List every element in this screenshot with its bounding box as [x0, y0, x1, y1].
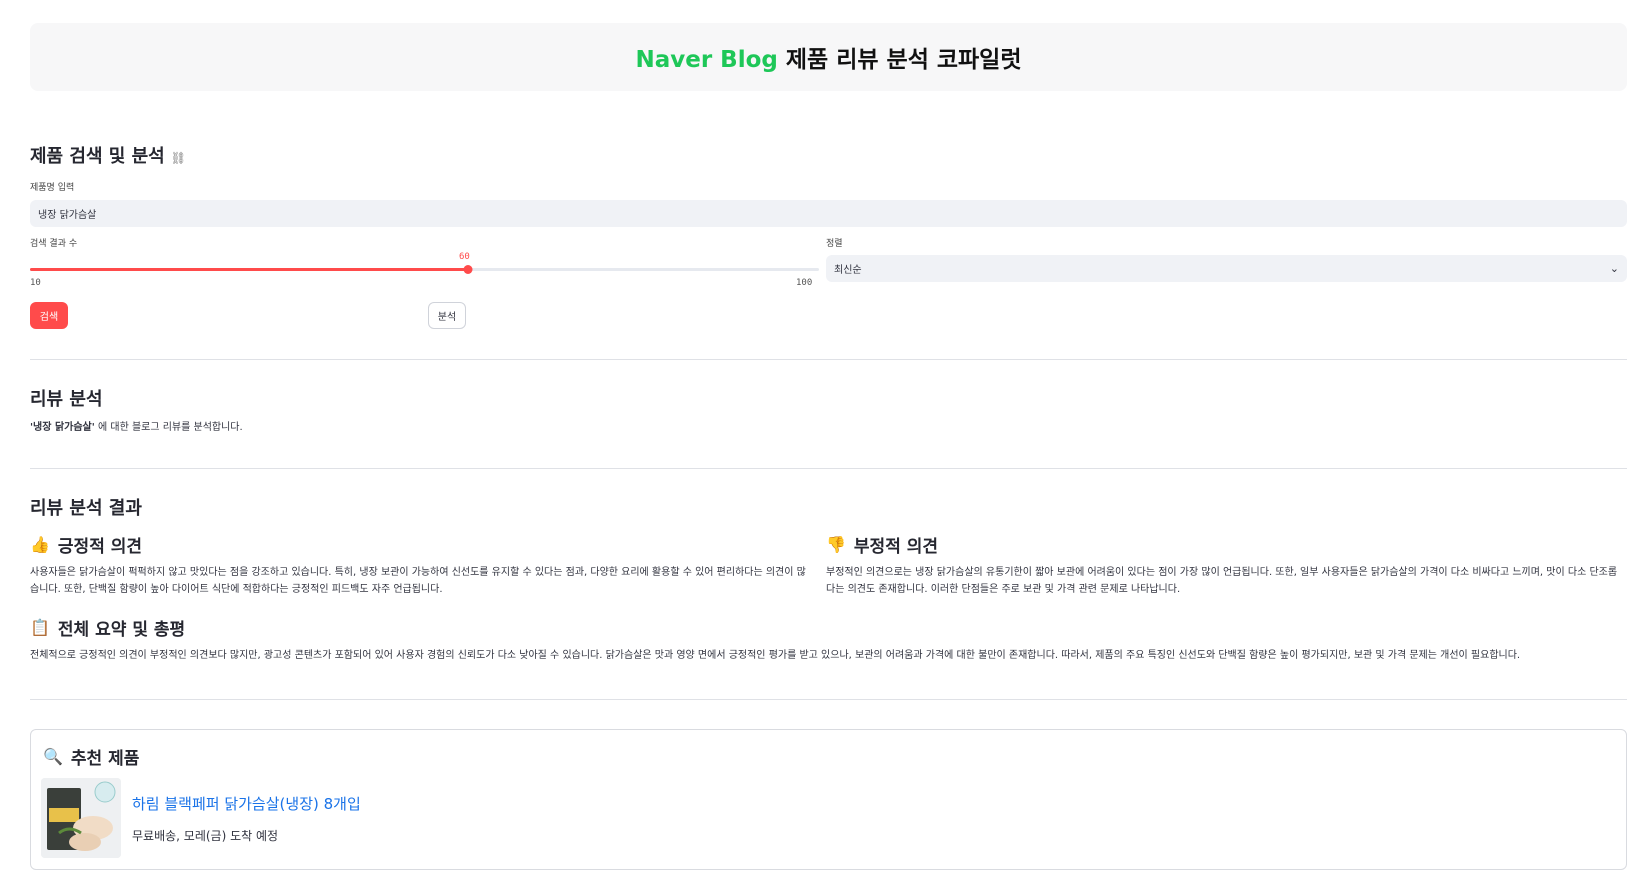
negative-heading: 👎 부정적 의견: [826, 532, 938, 557]
chevron-down-icon: ⌄: [1609, 262, 1619, 275]
divider: [30, 468, 1627, 469]
review-analysis-product: '냉장 닭가슴살': [30, 422, 95, 433]
recommended-product-link[interactable]: 하림 블랙페퍼 닭가슴살(냉장) 8개입: [132, 793, 361, 814]
negative-text: 부정적인 의견으로는 냉장 닭가슴살의 유통기한이 짧아 보관에 어려움이 있다…: [826, 567, 1618, 595]
clipboard-icon: 📋: [30, 618, 50, 637]
recommendation-card: 🔍 추천 제품 하림 블랙페퍼 닭가슴살(냉장) 8개입 무료배송, 모레(금) …: [30, 729, 1627, 870]
app-header: Naver Blog 제품 리뷰 분석 코파일럿: [30, 23, 1627, 91]
divider: [30, 699, 1627, 700]
brand-name: Naver Blog: [635, 47, 778, 73]
link-icon[interactable]: ⛓: [171, 151, 186, 165]
product-name-input[interactable]: 냉장 닭가슴살: [30, 200, 1627, 227]
summary-title: 전체 요약 및 총평: [57, 620, 186, 640]
search-heading-text: 제품 검색 및 분석: [30, 146, 165, 167]
product-image: [41, 778, 121, 858]
magnifier-icon: 🔍: [43, 747, 63, 766]
title-text: 제품 리뷰 분석 코파일럿: [777, 47, 1022, 73]
search-button[interactable]: 검색: [30, 302, 68, 329]
positive-text: 사용자들은 닭가슴살이 퍽퍽하지 않고 맛있다는 점을 강조하고 있습니다. 특…: [30, 567, 806, 595]
product-thumbnail[interactable]: [41, 778, 121, 858]
product-name-value: 냉장 닭가슴살: [38, 210, 97, 221]
product-input-label: 제품명 입력: [30, 183, 75, 193]
negative-title: 부정적 의견: [853, 537, 939, 557]
recommended-product-info: 무료배송, 모레(금) 도착 예정: [132, 829, 279, 843]
slider-max-label: 100: [796, 278, 813, 288]
slider-min-label: 10: [30, 278, 41, 288]
summary-text: 전체적으로 긍정적인 의견이 부정적인 의견보다 많지만, 광고성 콘텐츠가 포…: [30, 650, 1521, 661]
positive-title: 긍정적 의견: [57, 537, 143, 557]
slider-fill: [30, 268, 469, 271]
positive-heading: 👍 긍정적 의견: [30, 532, 142, 557]
review-analysis-desc: '냉장 닭가슴살' 에 대한 블로그 리뷰를 분석합니다.: [30, 419, 243, 436]
thumbs-down-icon: 👎: [826, 535, 846, 554]
thumbs-up-icon: 👍: [30, 535, 50, 554]
result-count-label: 검색 결과 수: [30, 239, 78, 249]
review-analysis-heading: 리뷰 분석: [30, 389, 103, 410]
divider: [30, 359, 1627, 360]
sort-selected-value: 최신순: [834, 265, 862, 276]
recommendation-title: 추천 제품: [70, 749, 140, 769]
search-heading: 제품 검색 및 분석 ⛓: [30, 142, 186, 168]
recommendation-heading: 🔍 추천 제품: [43, 744, 139, 769]
summary-heading: 📋 전체 요약 및 총평: [30, 615, 185, 640]
sort-select[interactable]: 최신순 ⌄: [826, 255, 1627, 282]
results-heading: 리뷰 분석 결과: [30, 498, 142, 519]
slider-thumb[interactable]: [463, 265, 473, 274]
app-title: Naver Blog 제품 리뷰 분석 코파일럿: [635, 40, 1021, 74]
analyze-button[interactable]: 분석: [428, 302, 466, 329]
review-analysis-desc-text: 에 대한 블로그 리뷰를 분석합니다.: [94, 422, 243, 433]
slider-value: 60: [459, 252, 470, 262]
sort-label: 정렬: [826, 239, 843, 249]
result-count-slider[interactable]: [30, 265, 819, 274]
